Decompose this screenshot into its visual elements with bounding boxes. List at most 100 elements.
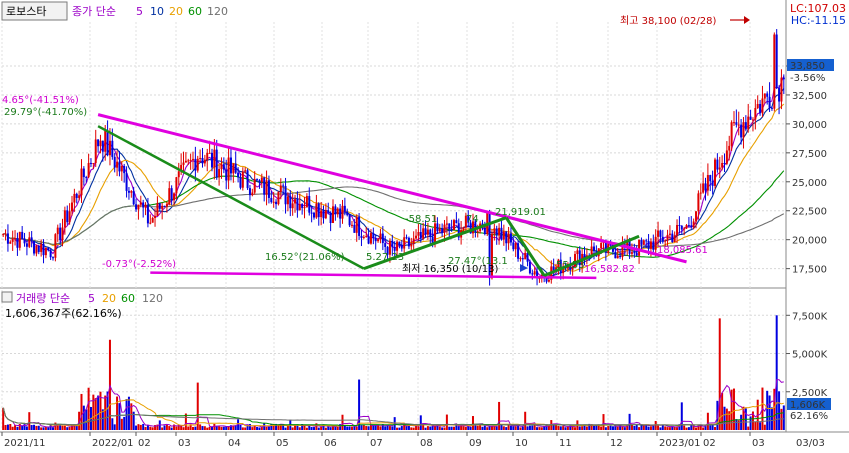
candle-body [374, 238, 377, 242]
volume-bar [163, 425, 166, 430]
candle-body [505, 231, 508, 244]
candle-body [144, 204, 147, 208]
volume-legend-prefix: 거래량 단순 [16, 292, 70, 305]
candle-body [728, 145, 731, 151]
candle-body [619, 255, 622, 258]
candle-body [514, 243, 517, 250]
candle-body [396, 241, 399, 251]
volume-bar [324, 427, 327, 430]
volume-bar [592, 425, 595, 430]
x-tick-label: 07 [370, 438, 383, 449]
candle-body [37, 245, 40, 252]
volume-bar [329, 427, 332, 430]
candle-body [453, 220, 456, 231]
volume-bar [144, 426, 147, 430]
volume-bar [687, 427, 690, 430]
candle-body [339, 208, 342, 219]
volume-bar [244, 427, 247, 430]
candle-body [184, 160, 187, 163]
volume-bar [526, 426, 529, 430]
volume-bar [512, 426, 515, 430]
candle-body [189, 159, 192, 161]
candle-body [410, 243, 413, 247]
candle-body [18, 231, 21, 248]
volume-bar [374, 425, 377, 430]
candle-body [647, 240, 650, 249]
volume-bar [457, 426, 460, 430]
candle-body [331, 206, 334, 224]
candle-body [52, 257, 55, 259]
candle-body [531, 273, 534, 275]
volume-bar [661, 425, 664, 430]
volume-bar [192, 426, 195, 430]
volume-bar [151, 427, 154, 430]
candle-body [709, 175, 712, 182]
volume-bar [400, 426, 403, 430]
candle-body [120, 166, 123, 172]
candle-body [680, 225, 683, 230]
volume-bar [14, 425, 17, 430]
candle-body [353, 224, 356, 233]
volume-bar [528, 425, 531, 430]
candle-body [327, 210, 330, 213]
candle-body [509, 233, 512, 243]
candle-body [417, 232, 420, 236]
volume-bar [87, 387, 90, 430]
candle-body [54, 234, 57, 258]
volume-bar [206, 427, 209, 430]
candle-body [630, 252, 633, 254]
volume-bar [239, 424, 242, 430]
volume-bar [628, 413, 631, 430]
volume-bar [519, 427, 522, 430]
anno-a8: 21,919.01 [495, 207, 546, 218]
candle-body [362, 236, 365, 238]
volume-bar [453, 426, 456, 430]
candle-body [517, 243, 520, 259]
candle-body [85, 177, 88, 179]
candle-body [476, 231, 479, 233]
volume-bar [241, 427, 244, 430]
volume-bar [595, 425, 598, 430]
volume-bar [210, 426, 213, 430]
x-tick-label: 05 [276, 438, 289, 449]
candle-body [213, 149, 216, 168]
candle-body [239, 177, 242, 188]
candle-body [165, 204, 168, 207]
candle-body [291, 203, 294, 209]
volume-bar [4, 425, 7, 430]
candle-body [130, 191, 133, 193]
candle-body [424, 228, 427, 235]
candle-body [208, 152, 211, 154]
candle-body [780, 77, 783, 102]
volume-bar [182, 427, 185, 430]
candle-body [455, 220, 458, 224]
volume-bar [486, 427, 489, 430]
volume-bar [649, 426, 652, 430]
candle-body [21, 231, 24, 239]
volume-bar [732, 388, 735, 430]
volume-bar [652, 425, 655, 430]
volume-bar [721, 392, 724, 430]
volume-bar [213, 423, 216, 430]
candle-body [495, 228, 498, 236]
volume-bar [683, 425, 686, 430]
candle-body [443, 224, 446, 233]
volume-bar [768, 395, 771, 430]
volume-bar [16, 426, 19, 430]
volume-bar [203, 426, 206, 430]
candle-body [324, 210, 327, 219]
volume-bar [113, 424, 116, 430]
x-tick-label: 2021/11 [4, 438, 46, 449]
volume-bar [220, 426, 223, 430]
candle-body [35, 245, 38, 254]
volume-bar [479, 425, 482, 430]
price-tick-label: 30,000 [792, 120, 827, 131]
candle-body [649, 241, 652, 249]
candle-body [59, 227, 62, 241]
volume-bar [170, 427, 173, 430]
volume-panel-box[interactable] [1, 291, 13, 303]
volume-bar [260, 426, 263, 430]
volume-bar [609, 425, 612, 430]
candle-body [6, 233, 9, 244]
candle-body [412, 238, 415, 244]
